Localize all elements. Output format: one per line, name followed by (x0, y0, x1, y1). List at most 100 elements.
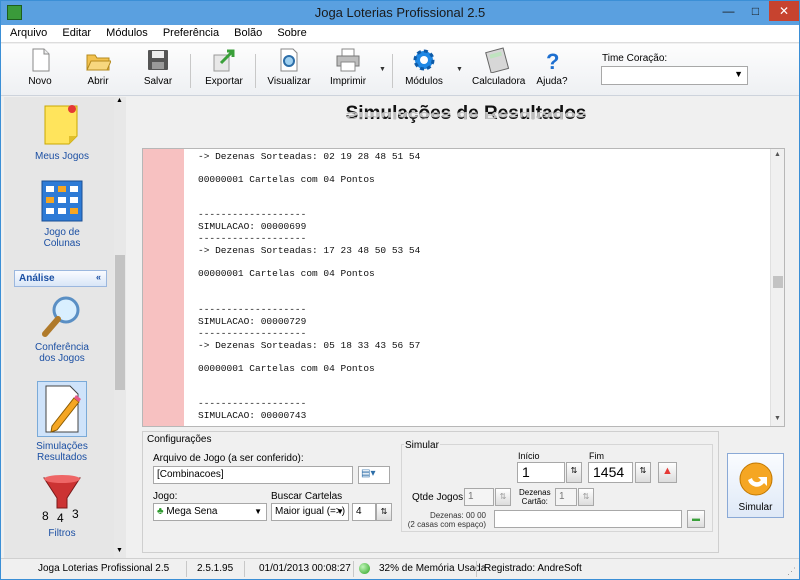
funnel-icon: 843 (38, 474, 86, 525)
output-scrollbar[interactable]: ▲ ▼ (770, 149, 784, 426)
nav-jogo-colunas[interactable]: Jogo de Colunas (9, 179, 115, 249)
abrir-button[interactable]: Abrir (81, 47, 115, 87)
arquivo-label: Arquivo de Jogo (a ser conferido): (153, 453, 304, 464)
collapse-chevron-icon[interactable]: « (96, 272, 101, 282)
analise-section-header[interactable]: Análise « (14, 270, 107, 287)
output-line: ------------------- (198, 398, 307, 409)
menu-bolao[interactable]: Bolão (227, 25, 267, 39)
nav-conferencia[interactable]: Conferência dos Jogos (9, 294, 115, 364)
menu-preferencia[interactable]: Preferência (156, 25, 224, 39)
dezenas-apply-button[interactable]: ▬ (687, 510, 705, 528)
salvar-button[interactable]: Salvar (140, 47, 176, 87)
simular-label: Simular (738, 502, 773, 513)
conferencia-label-1: Conferência (35, 342, 89, 353)
scrollbar-thumb[interactable] (115, 255, 125, 390)
fim-spinner[interactable]: ⇅ (635, 462, 651, 483)
inicio-label: Início (518, 451, 540, 461)
time-coracao-select[interactable]: ▼ (601, 66, 748, 85)
toolbar-separator (392, 54, 393, 88)
nav-simulacoes[interactable]: Simulações Resultados (9, 381, 115, 463)
jogo-colunas-label-1: Jogo de (44, 227, 80, 238)
play-arrow-icon (737, 460, 775, 498)
qtde-jogos-spinner[interactable]: ⇅ (495, 488, 511, 506)
time-coracao-label: Time Coração: (602, 53, 668, 64)
arquivo-browse-button[interactable]: ▤▾ (358, 466, 390, 484)
magnifier-icon (40, 294, 84, 338)
resize-grip-icon[interactable]: ⋰ (787, 566, 796, 577)
arquivo-field[interactable]: [Combinacoes] (153, 466, 353, 484)
imprimir-dropdown-arrow[interactable]: ▼ (379, 66, 386, 73)
dezenas-cartao-spinner[interactable]: ⇅ (578, 488, 594, 506)
svg-text:3: 3 (72, 507, 79, 521)
output-line: -> Dezenas Sorteadas: 05 18 33 43 56 57 (198, 340, 421, 351)
jogo-select[interactable]: ♣ Mega Sena ▼ (153, 503, 267, 521)
left-navigation: Meus Jogos Jogo de Colunas Conferência d… (4, 97, 126, 559)
document-pencil-icon (37, 381, 87, 437)
buscar-value: Maior igual (=>) (275, 506, 346, 517)
inicio-spinner[interactable]: ⇅ (566, 462, 582, 483)
sidebar-scrollbar[interactable]: ▲ ▼ (114, 97, 126, 559)
scroll-down-icon[interactable]: ▼ (774, 415, 781, 422)
simulacoes-label-2: Resultados (36, 452, 88, 463)
qtde-jogos-field[interactable]: 1 (464, 488, 494, 506)
imprimir-button[interactable]: Imprimir (330, 47, 366, 87)
title-bar: Joga Loterias Profissional 2.5 — □ ✕ (1, 1, 799, 25)
visualizar-button[interactable]: Visualizar (267, 47, 311, 87)
ajuda-button[interactable]: ? Ajuda? (534, 47, 570, 87)
menu-modulos[interactable]: Módulos (99, 25, 153, 39)
menu-editar[interactable]: Editar (55, 25, 96, 39)
menu-sobre[interactable]: Sobre (270, 25, 311, 39)
fim-label: Fim (589, 451, 604, 461)
minimize-button[interactable]: — (715, 1, 742, 21)
status-divider (353, 561, 354, 577)
buscar-select[interactable]: Maior igual (=>) ▼ (271, 503, 349, 521)
scroll-down-icon[interactable]: ▼ (116, 547, 123, 554)
exportar-button[interactable]: Exportar (204, 47, 244, 87)
scroll-up-icon[interactable]: ▲ (774, 151, 781, 158)
fim-value: 1454 (593, 464, 625, 480)
nav-meus-jogos[interactable]: Meus Jogos (9, 103, 115, 162)
output-line: ------------------- (198, 233, 307, 244)
qtde-jogos-value: 1 (468, 491, 474, 502)
simular-button[interactable]: Simular (727, 453, 784, 518)
inicio-field[interactable]: 1 (517, 462, 565, 483)
calculadora-button[interactable]: Calculadora (472, 47, 525, 87)
buscar-spinner[interactable]: ⇅ (376, 503, 392, 521)
memory-status-icon (359, 563, 370, 574)
dezenas-cartao-field[interactable]: 1 (555, 488, 577, 506)
filtros-label: Filtros (48, 528, 76, 539)
status-version: 2.5.1.95 (197, 563, 234, 574)
jogo-label: Jogo: (153, 491, 178, 502)
help-icon: ? (539, 47, 565, 74)
output-line: 00000001 Cartelas com 04 Pontos (198, 363, 375, 374)
dezenas-field[interactable] (494, 510, 682, 528)
simulation-output[interactable]: -> Dezenas Sorteadas: 02 19 28 48 51 54 … (142, 148, 785, 427)
maximize-button[interactable]: □ (742, 1, 769, 21)
output-line: SIMULACAO: 00000699 (198, 221, 307, 232)
meus-jogos-label: Meus Jogos (35, 151, 89, 162)
buscar-number-field[interactable]: 4 (352, 503, 376, 521)
status-datetime: 01/01/2013 00:08:27 (259, 563, 351, 574)
nav-filtros[interactable]: 843 Filtros (9, 474, 115, 539)
scroll-up-icon[interactable]: ▲ (116, 97, 123, 104)
chevron-down-icon: ▼ (336, 507, 344, 516)
modulos-button[interactable]: Módulos (405, 47, 443, 87)
close-button[interactable]: ✕ (769, 1, 799, 21)
fim-field[interactable]: 1454 (588, 462, 633, 483)
menu-arquivo[interactable]: Arquivo (1, 25, 52, 39)
scrollbar-thumb[interactable] (773, 276, 783, 288)
output-line: SIMULACAO: 00000729 (198, 316, 307, 327)
preview-icon (276, 47, 302, 73)
printer-icon (335, 47, 361, 73)
novo-button[interactable]: Novo (23, 47, 57, 87)
chevron-down-icon: ▼ (254, 507, 262, 516)
fim-max-button[interactable]: ▲ (658, 462, 677, 483)
gear-icon (411, 47, 437, 73)
simular-legend: Simular (404, 440, 440, 451)
jogo-colunas-label-2: Colunas (43, 238, 81, 249)
modulos-dropdown-arrow[interactable]: ▼ (456, 66, 463, 73)
output-line: 00000001 Cartelas com 04 Pontos (198, 174, 375, 185)
status-divider (476, 561, 477, 577)
export-icon (211, 47, 237, 73)
novo-label: Novo (28, 76, 52, 87)
